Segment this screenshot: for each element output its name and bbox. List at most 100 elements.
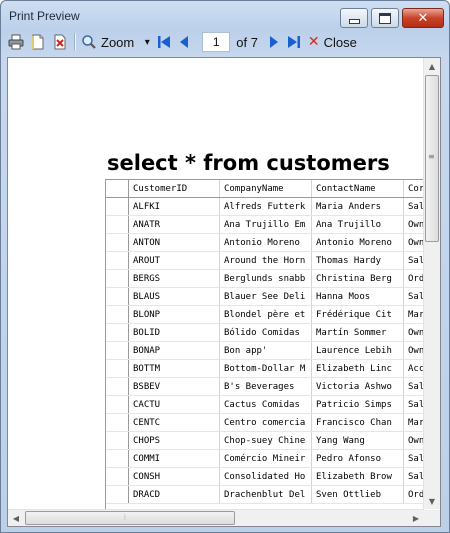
table-cell: Alfreds Futterk — [219, 197, 312, 216]
page-setup-button[interactable] — [27, 31, 49, 53]
first-page-icon — [158, 36, 171, 48]
title-bar[interactable]: Print Preview ✕ — [1, 1, 449, 30]
table-cell: BSBEV — [128, 377, 220, 396]
preview-pane[interactable]: select * from customers CustomerID Compa… — [7, 57, 441, 527]
scroll-down-arrow[interactable]: ▼ — [424, 493, 440, 509]
table-cell: Patricio Simps — [311, 395, 404, 414]
close-x-icon: ✕ — [307, 34, 320, 50]
first-page-button[interactable] — [154, 31, 174, 53]
print-button[interactable] — [5, 31, 27, 53]
row-header-cell — [106, 323, 129, 342]
table-cell: Acc — [403, 359, 425, 378]
table-cell: Ana Trujillo Em — [219, 215, 312, 234]
thumb-grip-icon: ⦙ — [124, 513, 126, 522]
last-page-button[interactable] — [284, 31, 304, 53]
table-cell: Antonio Moreno — [219, 233, 312, 252]
zoom-dropdown-button[interactable]: ▾ — [140, 31, 154, 53]
table-cell: BLONP — [128, 305, 220, 324]
scroll-right-arrow[interactable]: ▶ — [408, 510, 424, 526]
scroll-up-arrow[interactable]: ▲ — [424, 58, 440, 74]
table-cell: Consolidated Ho — [219, 467, 312, 486]
table-cell: ANATR — [128, 215, 220, 234]
table-cell: BONAP — [128, 341, 220, 360]
page-count-label: of 7 — [236, 34, 258, 50]
table-row: BONAP Bon app' Laurence Lebih Own — [106, 341, 425, 360]
horizontal-scrollbar[interactable]: ◀ ⦙ ▶ — [8, 509, 424, 526]
close-icon: ✕ — [417, 10, 429, 26]
table-row: DRACD Drachenblut Del Sven Ottlieb Ord — [106, 485, 425, 504]
row-header-cell — [106, 431, 129, 450]
table-cell: Drachenblut Del — [219, 485, 312, 504]
table-cell: Chop-suey Chine — [219, 431, 312, 450]
table-cell: Mar — [403, 413, 425, 432]
next-page-icon — [269, 36, 278, 48]
vertical-scroll-thumb[interactable]: ≡ — [425, 75, 439, 242]
column-header: CustomerID — [128, 180, 220, 198]
last-page-icon — [287, 36, 300, 48]
table-row: ANATR Ana Trujillo Em Ana Trujillo Own — [106, 215, 425, 234]
maximize-button[interactable] — [371, 8, 399, 28]
zoom-button[interactable]: Zoom — [79, 31, 136, 53]
table-cell: CACTU — [128, 395, 220, 414]
table-cell: Own — [403, 233, 425, 252]
column-header: ContactName — [311, 180, 404, 198]
table-cell: B's Beverages — [219, 377, 312, 396]
table-row: BLONP Blondel père et Frédérique Cit Mar — [106, 305, 425, 324]
window-title: Print Preview — [9, 9, 80, 23]
pdf-export-icon — [54, 34, 66, 50]
row-header-cell — [106, 467, 129, 486]
page-icon — [32, 34, 44, 50]
table-cell: Elizabeth Linc — [311, 359, 404, 378]
table-cell: Yang Wang — [311, 431, 404, 450]
row-header-cell — [106, 233, 129, 252]
table-cell: Own — [403, 341, 425, 360]
table-cell: Elizabeth Brow — [311, 467, 404, 486]
table-cell: Comércio Mineir — [219, 449, 312, 468]
table-cell: Thomas Hardy — [311, 251, 404, 270]
table-header-row: CustomerID CompanyName ContactName Cor — [106, 180, 425, 198]
window-close-button[interactable]: ✕ — [402, 8, 444, 28]
table-row: CACTU Cactus Comidas Patricio Simps Sal — [106, 395, 425, 414]
thumb-grip-icon: ≡ — [428, 152, 435, 161]
row-header-cell — [106, 395, 129, 414]
export-pdf-button[interactable] — [49, 31, 71, 53]
close-preview-button[interactable]: ✕ Close — [306, 31, 359, 53]
table-cell: Own — [403, 431, 425, 450]
toolbar: Zoom ▾ 1 of 7 ✕ Close — [1, 30, 449, 54]
table-cell: Own — [403, 215, 425, 234]
row-header-cell — [106, 341, 129, 360]
horizontal-scroll-thumb[interactable]: ⦙ — [25, 511, 235, 525]
minimize-button[interactable] — [340, 8, 368, 28]
row-header-cell — [106, 413, 129, 432]
table-cell: Bon app' — [219, 341, 312, 360]
scroll-left-arrow[interactable]: ◀ — [8, 510, 24, 526]
table-cell: Victoria Ashwo — [311, 377, 404, 396]
table-cell: Berglunds snabb — [219, 269, 312, 288]
chevron-down-icon: ▾ — [144, 36, 150, 48]
table-row: CENTC Centro comercia Francisco Chan Mar — [106, 413, 425, 432]
table-row: BERGS Berglunds snabb Christina Berg Ord — [106, 269, 425, 288]
vertical-scrollbar[interactable]: ▲ ≡ ▼ — [423, 58, 440, 509]
customers-table: CustomerID CompanyName ContactName Cor A… — [105, 179, 425, 510]
table-cell: Centro comercia — [219, 413, 312, 432]
table-cell: Bólido Comidas — [219, 323, 312, 342]
row-header-cell — [106, 485, 129, 504]
table-cell: Frédérique Cit — [311, 305, 404, 324]
page-number-input[interactable]: 1 — [202, 32, 231, 52]
table-cell: Ord — [403, 485, 425, 504]
minimize-icon — [348, 18, 360, 24]
table-cell: Blauer See Deli — [219, 287, 312, 306]
row-header-corner — [106, 180, 129, 198]
table-cell: COMMI — [128, 449, 220, 468]
table-cell: Sal — [403, 287, 425, 306]
table-row: ALFKI Alfreds Futterk Maria Anders Sal — [106, 197, 425, 216]
table-cell: CENTC — [128, 413, 220, 432]
zoom-label: Zoom — [101, 34, 135, 50]
table-cell: Sal — [403, 395, 425, 414]
column-header: CompanyName — [219, 180, 312, 198]
previous-page-button[interactable] — [174, 31, 194, 53]
toolbar-separator — [74, 33, 76, 51]
next-page-button[interactable] — [264, 31, 284, 53]
row-header-cell — [106, 305, 129, 324]
table-cell: AROUT — [128, 251, 220, 270]
